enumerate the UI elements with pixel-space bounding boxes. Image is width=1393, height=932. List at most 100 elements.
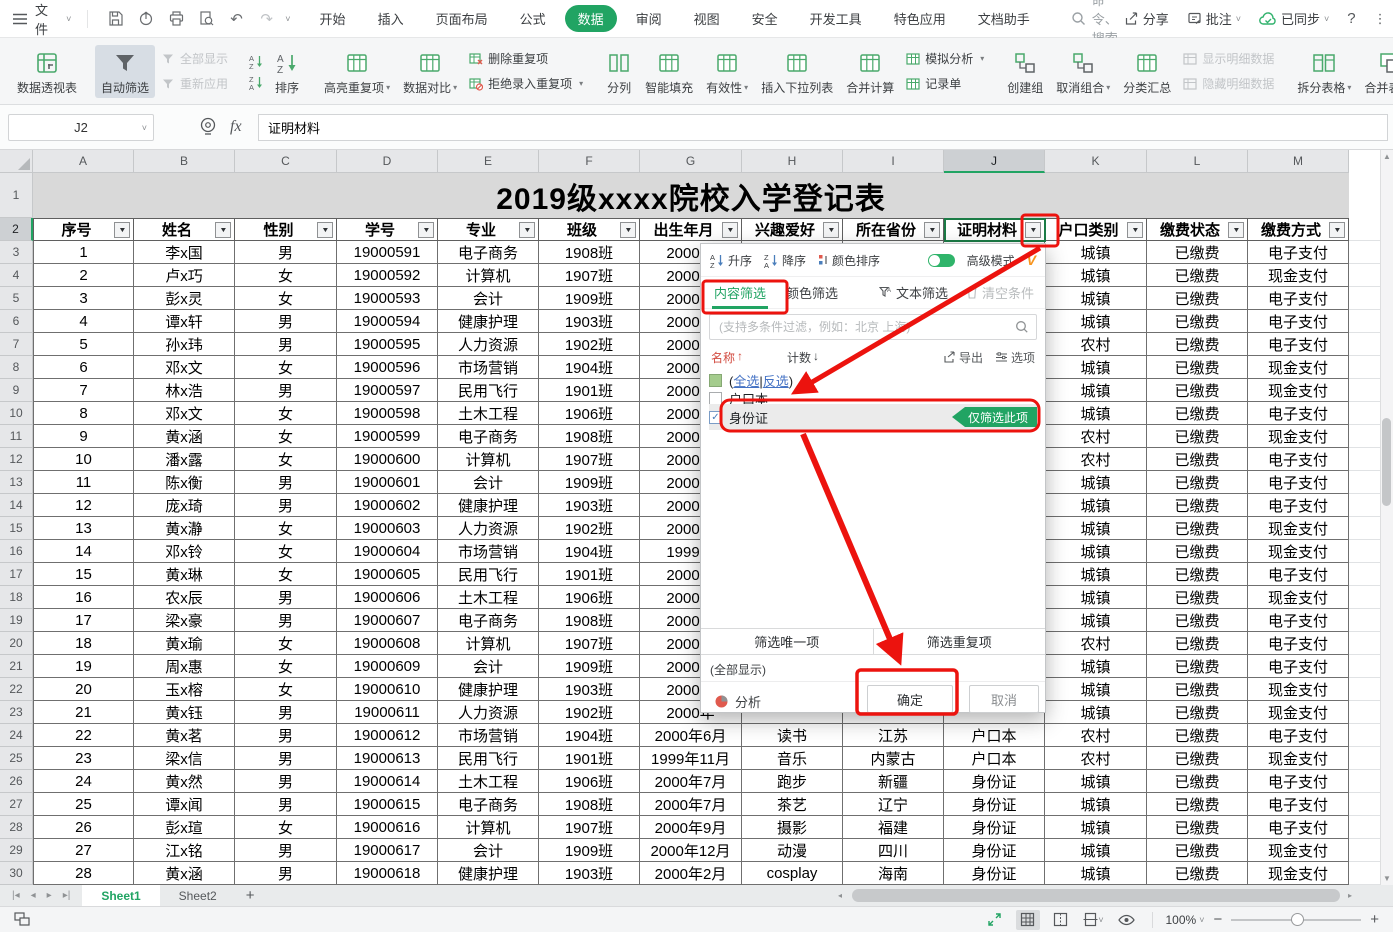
cell-r28-cD[interactable]: 19000616 (337, 816, 438, 839)
ribbon-button-取消组合[interactable]: 取消组合▾ (1050, 45, 1116, 98)
header-cell-证明材料[interactable]: 证明材料▼ (944, 218, 1045, 241)
cell-r13-cK[interactable]: 城镇 (1045, 471, 1147, 494)
cell-r15-cF[interactable]: 1902班 (539, 517, 640, 540)
ribbon-button-删除重复项[interactable]: 删除重复项 (469, 50, 583, 67)
cell-r27-cE[interactable]: 电子商务 (438, 793, 539, 816)
tab-content-filter[interactable]: 内容筛选 (712, 276, 768, 309)
ribbon-button-插入下拉列表[interactable]: 插入下拉列表 (755, 45, 839, 98)
row-header-11[interactable]: 11 (0, 425, 33, 448)
options-button[interactable]: 选项 (995, 349, 1035, 366)
cell-r16-cB[interactable]: 邓x铃 (134, 540, 235, 563)
cell-r19-cK[interactable]: 城镇 (1045, 609, 1147, 632)
filter-button-户口类别[interactable]: ▼ (1127, 222, 1143, 238)
header-cell-兴趣爱好[interactable]: 兴趣爱好▼ (742, 218, 843, 241)
cell-r3-cC[interactable]: 男 (235, 241, 337, 264)
cell-r13-cL[interactable]: 已缴费 (1147, 471, 1248, 494)
ribbon-button-有效性[interactable]: 有效性▾ (700, 45, 754, 98)
sort-za-icon[interactable]: ZA (248, 74, 264, 90)
row-header-3[interactable]: 3 (0, 241, 33, 264)
cell-r27-cI[interactable]: 辽宁 (843, 793, 944, 816)
cell-r15-cM[interactable]: 现金支付 (1248, 517, 1349, 540)
comment-button[interactable]: 批注˅ (1181, 9, 1247, 28)
row-header-9[interactable]: 9 (0, 379, 33, 402)
cell-r22-cA[interactable]: 20 (33, 678, 134, 701)
cell-r28-cB[interactable]: 彭x瑄 (134, 816, 235, 839)
cell-r18-cE[interactable]: 土木工程 (438, 586, 539, 609)
cell-r17-cM[interactable]: 电子支付 (1248, 563, 1349, 586)
cell-r27-cH[interactable]: 茶艺 (742, 793, 843, 816)
cell-r28-cL[interactable]: 已缴费 (1147, 816, 1248, 839)
vertical-scrollbar[interactable] (1380, 150, 1393, 885)
row-header-27[interactable]: 27 (0, 793, 33, 816)
cell-r19-cC[interactable]: 男 (235, 609, 337, 632)
hscroll-right-icon[interactable]: ▸ (1348, 891, 1352, 900)
filter-button-缴费方式[interactable]: ▼ (1329, 222, 1345, 238)
cell-r29-cD[interactable]: 19000617 (337, 839, 438, 862)
cell-r10-cF[interactable]: 1906班 (539, 402, 640, 425)
row-header-1[interactable]: 1 (0, 173, 33, 218)
cell-r27-cG[interactable]: 2000年7月 (640, 793, 742, 816)
share-button[interactable]: 分享 (1118, 9, 1175, 28)
cell-r7-cF[interactable]: 1902班 (539, 333, 640, 356)
ok-button[interactable]: 确定 (867, 685, 953, 713)
cell-r29-cB[interactable]: 江x铭 (134, 839, 235, 862)
sheet-tab-Sheet1[interactable]: Sheet1 (82, 885, 159, 906)
cell-r18-cB[interactable]: 农x辰 (134, 586, 235, 609)
column-header-G[interactable]: G (640, 150, 742, 173)
cell-r22-cC[interactable]: 女 (235, 678, 337, 701)
filter-button-序号[interactable]: ▼ (114, 222, 130, 238)
sort-ascending-button[interactable]: AZ 升序 (710, 252, 752, 269)
cell-r3-cB[interactable]: 李x国 (134, 241, 235, 264)
cell-r30-cC[interactable]: 男 (235, 862, 337, 885)
cell-r14-cB[interactable]: 庞x琦 (134, 494, 235, 517)
cell-r13-cA[interactable]: 11 (33, 471, 134, 494)
select-all-link[interactable]: 全选 (733, 374, 759, 389)
cell-r20-cC[interactable]: 女 (235, 632, 337, 655)
cell-r6-cM[interactable]: 电子支付 (1248, 310, 1349, 333)
cell-r10-cE[interactable]: 土木工程 (438, 402, 539, 425)
cell-r24-cA[interactable]: 22 (33, 724, 134, 747)
first-sheet-icon[interactable]: |◂ (12, 890, 20, 901)
cell-r19-cB[interactable]: 梁x豪 (134, 609, 235, 632)
cell-r22-cF[interactable]: 1903班 (539, 678, 640, 701)
cell-r27-cJ[interactable]: 身份证 (944, 793, 1045, 816)
row-header-5[interactable]: 5 (0, 287, 33, 310)
cell-r24-cC[interactable]: 男 (235, 724, 337, 747)
cell-r30-cE[interactable]: 健康护理 (438, 862, 539, 885)
cell-r30-cI[interactable]: 海南 (843, 862, 944, 885)
seal-icon[interactable] (198, 116, 218, 136)
cell-r25-cC[interactable]: 男 (235, 747, 337, 770)
cell-r26-cC[interactable]: 男 (235, 770, 337, 793)
cell-r4-cK[interactable]: 城镇 (1045, 264, 1147, 287)
sheet-title-cell[interactable]: 2019级xxxx院校入学登记表 (33, 173, 1349, 218)
cell-r29-cI[interactable]: 四川 (843, 839, 944, 862)
ribbon-button-数据透视表[interactable]: 数据透视表 (11, 45, 83, 98)
row-header-29[interactable]: 29 (0, 839, 33, 862)
cell-r13-cM[interactable]: 电子支付 (1248, 471, 1349, 494)
cell-r8-cA[interactable]: 6 (33, 356, 134, 379)
analyze-button[interactable]: 分析 (714, 692, 761, 711)
cell-r26-cF[interactable]: 1906班 (539, 770, 640, 793)
cell-r7-cM[interactable]: 电子支付 (1248, 333, 1349, 356)
sort-az-icon[interactable]: AZ (248, 53, 264, 69)
file-menu-chevron-icon[interactable]: ˅ (66, 14, 71, 24)
cell-r10-cK[interactable]: 城镇 (1045, 402, 1147, 425)
cell-r12-cF[interactable]: 1907班 (539, 448, 640, 471)
cell-r5-cA[interactable]: 3 (33, 287, 134, 310)
cell-r5-cB[interactable]: 彭x灵 (134, 287, 235, 310)
cell-r30-cD[interactable]: 19000618 (337, 862, 438, 885)
cell-r3-cF[interactable]: 1908班 (539, 241, 640, 264)
cell-r30-cL[interactable]: 已缴费 (1147, 862, 1248, 885)
cell-r28-cM[interactable]: 电子支付 (1248, 816, 1349, 839)
tab-color-filter[interactable]: 颜色筛选 (786, 283, 838, 302)
cell-r28-cJ[interactable]: 身份证 (944, 816, 1045, 839)
menu-tab-安全[interactable]: 安全 (739, 5, 791, 32)
cell-r20-cK[interactable]: 农村 (1045, 632, 1147, 655)
menu-tab-文档助手[interactable]: 文档助手 (965, 5, 1043, 32)
header-cell-班级[interactable]: 班级▼ (539, 218, 640, 241)
cell-r24-cH[interactable]: 读书 (742, 724, 843, 747)
task-window-icon[interactable] (14, 912, 31, 927)
row-header-21[interactable]: 21 (0, 655, 33, 678)
cell-r18-cD[interactable]: 19000606 (337, 586, 438, 609)
cell-r27-cF[interactable]: 1908班 (539, 793, 640, 816)
